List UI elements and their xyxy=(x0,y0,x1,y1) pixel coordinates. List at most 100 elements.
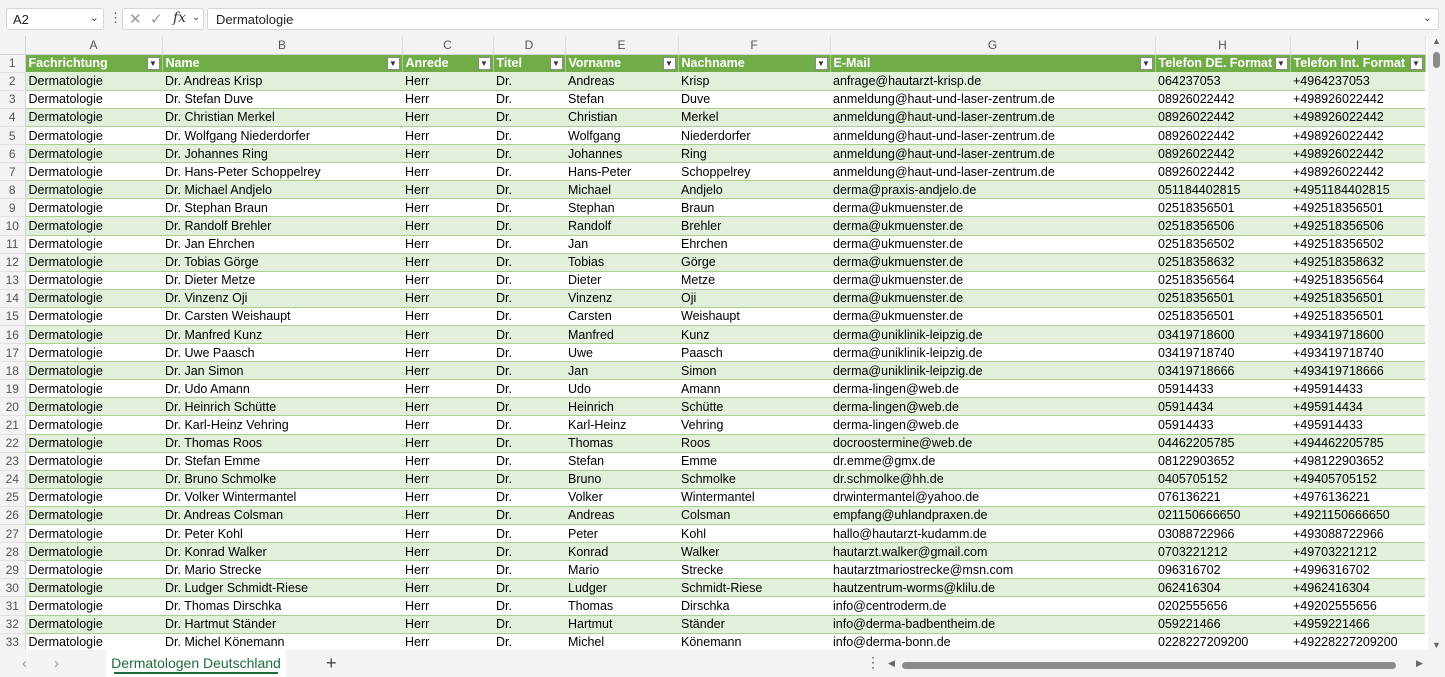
table-cell[interactable]: 0405705152 xyxy=(1155,470,1290,489)
row-header[interactable]: 1 xyxy=(0,54,26,73)
row-header[interactable]: 7 xyxy=(0,162,26,182)
table-header-cell[interactable]: Telefon Int. Format ▼ xyxy=(1290,54,1426,73)
table-cell[interactable]: Duve xyxy=(678,90,830,109)
table-cell[interactable]: Herr xyxy=(402,307,493,327)
table-cell[interactable]: empfang@uhlandpraxen.de xyxy=(830,506,1155,526)
table-cell[interactable]: Dr. xyxy=(493,361,565,381)
table-cell[interactable]: Andreas xyxy=(565,506,678,526)
row-header[interactable]: 32 xyxy=(0,615,26,634)
table-cell[interactable]: Thomas xyxy=(565,434,678,453)
table-cell[interactable]: +492518356502 xyxy=(1290,235,1425,254)
table-cell[interactable]: Herr xyxy=(402,253,493,272)
table-cell[interactable]: derma@uniklinik-leipzig.de xyxy=(830,343,1155,363)
table-cell[interactable]: +494462205785 xyxy=(1290,434,1425,453)
table-cell[interactable]: Ludger xyxy=(565,578,678,598)
table-cell[interactable]: Könemann xyxy=(678,633,830,650)
row-header[interactable]: 8 xyxy=(0,180,26,200)
table-cell[interactable]: Herr xyxy=(402,325,493,345)
table-header-cell[interactable]: Anrede ▼ xyxy=(402,54,494,73)
scroll-left-icon[interactable]: ◀ xyxy=(888,658,895,669)
table-cell[interactable]: Ehrchen xyxy=(678,235,830,254)
row-header[interactable]: 12 xyxy=(0,253,26,272)
table-cell[interactable]: derma@ukmuenster.de xyxy=(830,307,1155,327)
table-cell[interactable]: 096316702 xyxy=(1155,560,1290,580)
table-cell[interactable]: Schoppelrey xyxy=(678,162,830,182)
table-cell[interactable]: Dr. xyxy=(493,434,565,453)
column-header-h[interactable]: H xyxy=(1155,36,1291,55)
table-cell[interactable]: +492518356506 xyxy=(1290,216,1425,236)
table-cell[interactable]: Dr. Konrad Walker xyxy=(162,542,402,562)
table-cell[interactable]: Dr. xyxy=(493,542,565,562)
table-cell[interactable]: Dr. Wolfgang Niederdorfer xyxy=(162,126,402,146)
table-cell[interactable]: +495914433 xyxy=(1290,415,1425,435)
row-header[interactable]: 33 xyxy=(0,633,26,650)
column-header-c[interactable]: C xyxy=(402,36,494,55)
table-cell[interactable]: Görge xyxy=(678,253,830,272)
table-cell[interactable]: Dr. Carsten Weishaupt xyxy=(162,307,402,327)
table-cell[interactable]: +498926022442 xyxy=(1290,162,1425,182)
table-cell[interactable]: Dermatologie xyxy=(25,180,162,200)
table-cell[interactable]: 02518356501 xyxy=(1155,198,1290,218)
table-cell[interactable]: Dr. xyxy=(493,216,565,236)
table-cell[interactable]: Herr xyxy=(402,524,493,544)
table-cell[interactable]: Strecke xyxy=(678,560,830,580)
table-cell[interactable]: Hartmut xyxy=(565,615,678,634)
table-cell[interactable]: 04462205785 xyxy=(1155,434,1290,453)
table-cell[interactable]: Carsten xyxy=(565,307,678,327)
table-cell[interactable]: Herr xyxy=(402,560,493,580)
tab-bar-more-icon[interactable]: ⋮ xyxy=(866,654,880,671)
row-header[interactable]: 20 xyxy=(0,397,26,417)
table-cell[interactable]: Johannes xyxy=(565,144,678,164)
filter-dropdown-icon[interactable]: ▼ xyxy=(814,56,828,70)
table-cell[interactable]: Brehler xyxy=(678,216,830,236)
table-cell[interactable]: Colsman xyxy=(678,506,830,526)
table-cell[interactable]: +493419718600 xyxy=(1290,325,1425,345)
table-cell[interactable]: Dr. Dieter Metze xyxy=(162,271,402,290)
table-cell[interactable]: Dr. Ludger Schmidt-Riese xyxy=(162,578,402,598)
table-cell[interactable]: Dermatologie xyxy=(25,506,162,526)
row-header[interactable]: 28 xyxy=(0,542,26,562)
table-cell[interactable]: anfrage@hautarzt-krisp.de xyxy=(830,72,1155,91)
table-cell[interactable]: +498926022442 xyxy=(1290,108,1425,127)
table-cell[interactable]: derma-lingen@web.de xyxy=(830,397,1155,417)
table-cell[interactable]: Konrad xyxy=(565,542,678,562)
row-header[interactable]: 29 xyxy=(0,560,26,580)
table-cell[interactable]: anmeldung@haut-und-laser-zentrum.de xyxy=(830,90,1155,109)
table-cell[interactable]: Herr xyxy=(402,162,493,182)
table-cell[interactable]: Herr xyxy=(402,633,493,650)
table-cell[interactable]: Dr. xyxy=(493,162,565,182)
table-cell[interactable]: 02518356564 xyxy=(1155,271,1290,290)
table-cell[interactable]: Herr xyxy=(402,271,493,290)
table-cell[interactable]: Dermatologie xyxy=(25,379,162,399)
row-header[interactable]: 21 xyxy=(0,415,26,435)
table-cell[interactable]: Jan xyxy=(565,235,678,254)
table-cell[interactable]: Dr. xyxy=(493,379,565,399)
table-cell[interactable]: Dermatologie xyxy=(25,271,162,290)
table-cell[interactable]: hautarzt.walker@gmail.com xyxy=(830,542,1155,562)
table-cell[interactable]: derma@ukmuenster.de xyxy=(830,271,1155,290)
column-header-b[interactable]: B xyxy=(162,36,403,55)
table-cell[interactable]: +49405705152 xyxy=(1290,470,1425,489)
table-cell[interactable]: anmeldung@haut-und-laser-zentrum.de xyxy=(830,126,1155,146)
table-cell[interactable]: Dr. Andreas Krisp xyxy=(162,72,402,91)
table-cell[interactable]: hautzentrum-worms@klilu.de xyxy=(830,578,1155,598)
filter-dropdown-icon[interactable]: ▼ xyxy=(386,56,400,70)
row-header[interactable]: 23 xyxy=(0,452,26,471)
table-cell[interactable]: Dr. xyxy=(493,180,565,200)
table-cell[interactable]: Dr. Volker Wintermantel xyxy=(162,488,402,507)
table-cell[interactable]: Dr. Uwe Paasch xyxy=(162,343,402,363)
table-cell[interactable]: Karl-Heinz xyxy=(565,415,678,435)
row-header[interactable]: 3 xyxy=(0,90,26,109)
table-cell[interactable]: Dermatologie xyxy=(25,633,162,650)
formula-bar-more-icon[interactable]: ⋮ xyxy=(109,10,122,26)
table-cell[interactable]: Dr. Heinrich Schütte xyxy=(162,397,402,417)
table-cell[interactable]: 02518356501 xyxy=(1155,307,1290,327)
table-cell[interactable]: 05914433 xyxy=(1155,415,1290,435)
table-cell[interactable]: 02518356501 xyxy=(1155,289,1290,308)
table-cell[interactable]: Dermatologie xyxy=(25,415,162,435)
table-cell[interactable]: Dr. xyxy=(493,72,565,91)
table-cell[interactable]: Dr. Hans-Peter Schoppelrey xyxy=(162,162,402,182)
table-cell[interactable]: Volker xyxy=(565,488,678,507)
row-header[interactable]: 10 xyxy=(0,216,26,236)
table-cell[interactable]: Dr. xyxy=(493,198,565,218)
